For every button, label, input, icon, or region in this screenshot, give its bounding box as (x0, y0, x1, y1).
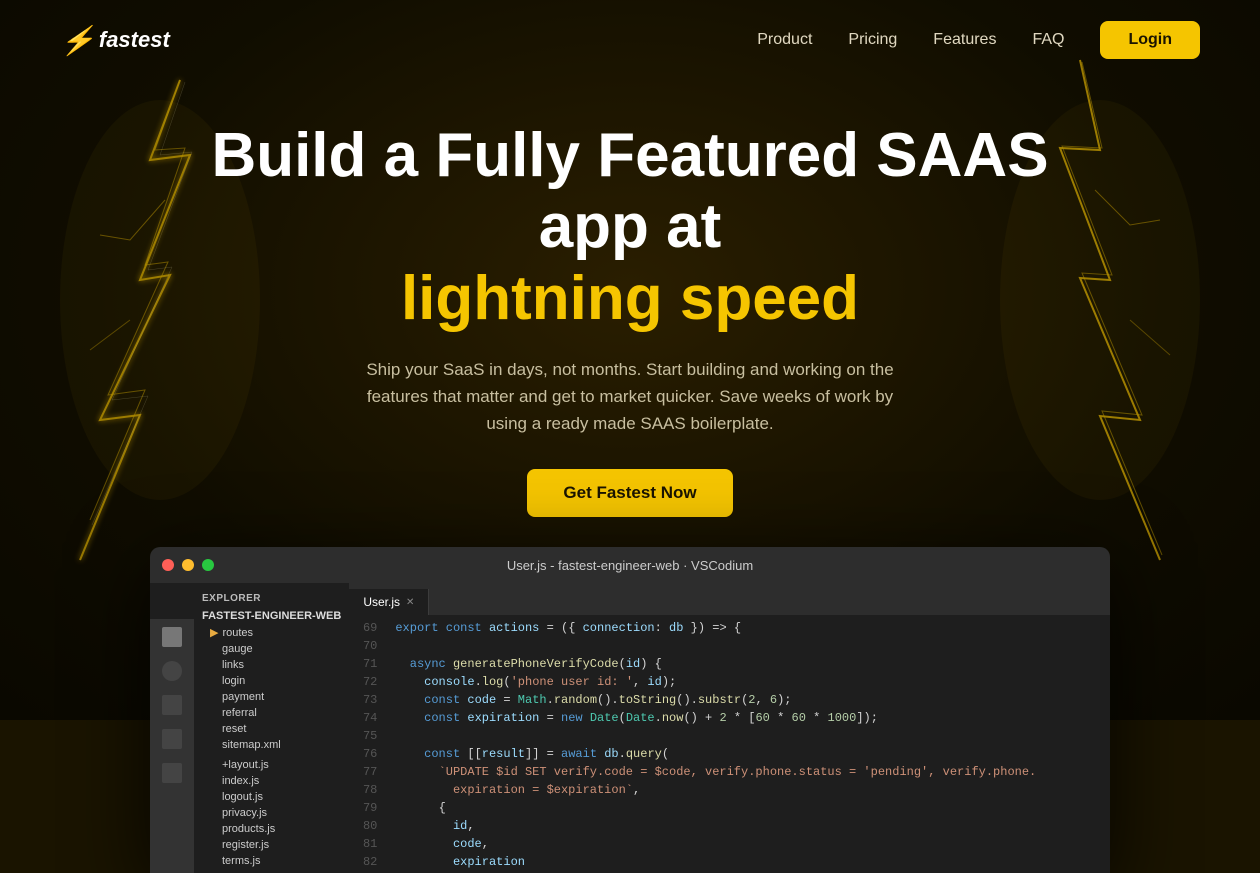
login-button[interactable]: Login (1100, 21, 1200, 59)
explorer-file-referral[interactable]: referral (194, 705, 349, 721)
hero-title-highlight: lightning speed (401, 264, 859, 333)
explorer-file-logout[interactable]: logout.js (194, 789, 349, 805)
debug-icon (162, 729, 182, 749)
explorer-static-folder[interactable]: ▶ static (194, 869, 349, 873)
explorer-file-login[interactable]: login (194, 673, 349, 689)
explorer-file-links[interactable]: links (194, 657, 349, 673)
close-dot (162, 559, 174, 571)
explorer-file-reset[interactable]: reset (194, 721, 349, 737)
hero-subtitle: Ship your SaaS in days, not months. Star… (350, 356, 910, 438)
explorer-file-gauge[interactable]: gauge (194, 641, 349, 657)
tab-close-icon[interactable]: ✕ (406, 597, 414, 608)
nav-faq[interactable]: FAQ (1032, 31, 1064, 49)
editor-tabs: User.js ✕ (349, 583, 1110, 615)
hero-title: Build a Fully Featured SAAS app at light… (180, 120, 1080, 334)
explorer-file-layout[interactable]: +layout.js (194, 757, 349, 773)
extensions-icon (162, 763, 182, 783)
explorer-file-index[interactable]: index.js (194, 773, 349, 789)
explorer-routes-folder[interactable]: ▶ routes (194, 624, 349, 641)
nav-pricing[interactable]: Pricing (848, 31, 897, 49)
tab-user-js[interactable]: User.js ✕ (349, 589, 429, 615)
file-explorer: EXPLORER FASTEST-ENGINEER-WEB ▶ routes g… (194, 583, 349, 873)
explorer-file-privacy[interactable]: privacy.js (194, 805, 349, 821)
code-editor: User.js ✕ 6970717273 7475767778 79808182… (349, 583, 1110, 873)
tab-label: User.js (363, 595, 400, 609)
line-numbers: 6970717273 7475767778 7980818283 8485868… (349, 615, 385, 873)
editor-activity-bar (150, 619, 194, 873)
navbar: ⚡ fastest Product Pricing Features FAQ L… (0, 0, 1260, 80)
files-icon (162, 627, 182, 647)
code-window: User.js - fastest-engineer-web · VSCodiu… (150, 547, 1110, 873)
project-name: FASTEST-ENGINEER-WEB (194, 608, 349, 624)
explorer-file-terms[interactable]: terms.js (194, 853, 349, 869)
logo-text: fastest (99, 27, 170, 53)
hero-cta-button[interactable]: Get Fastest Now (527, 469, 732, 517)
code-content: export const actions = ({ connection: db… (385, 615, 1110, 873)
explorer-file-register[interactable]: register.js (194, 837, 349, 853)
hero-section: Build a Fully Featured SAAS app at light… (0, 80, 1260, 517)
explorer-file-payment[interactable]: payment (194, 689, 349, 705)
search-icon (162, 661, 182, 681)
logo[interactable]: ⚡ fastest (60, 24, 170, 57)
editor-content: 6970717273 7475767778 7980818283 8485868… (349, 615, 1110, 873)
explorer-file-products[interactable]: products.js (194, 821, 349, 837)
explorer-title: EXPLORER (194, 589, 349, 608)
code-titlebar: User.js - fastest-engineer-web · VSCodiu… (150, 547, 1110, 583)
logo-icon: ⚡ (60, 24, 95, 57)
maximize-dot (202, 559, 214, 571)
code-body: EXPLORER FASTEST-ENGINEER-WEB ▶ routes g… (150, 583, 1110, 873)
window-title: User.js - fastest-engineer-web · VSCodiu… (507, 558, 753, 573)
explorer-file-sitemap[interactable]: sitemap.xml (194, 737, 349, 753)
source-control-icon (162, 695, 182, 715)
nav-features[interactable]: Features (933, 31, 996, 49)
minimize-dot (182, 559, 194, 571)
nav-links: Product Pricing Features FAQ Login (757, 21, 1200, 59)
hero-title-line1: Build a Fully Featured SAAS app at (211, 121, 1048, 261)
nav-product[interactable]: Product (757, 31, 812, 49)
